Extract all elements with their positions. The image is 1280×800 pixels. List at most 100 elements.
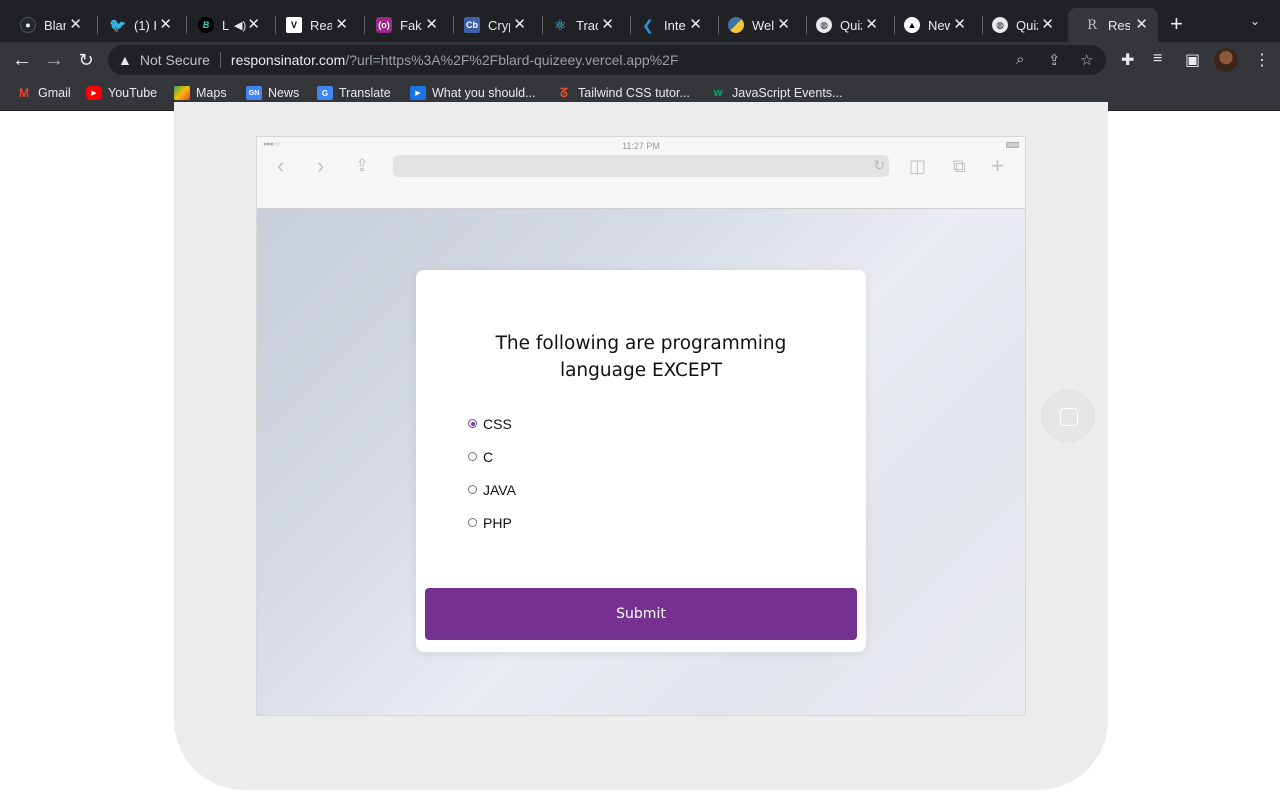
tab-10[interactable]: ▲ New ✕ — [888, 8, 976, 42]
new-tab-plus-icon[interactable]: + — [1170, 13, 1183, 35]
bookmark-label: YouTube — [108, 86, 158, 100]
close-icon[interactable]: ✕ — [1041, 17, 1054, 33]
tab-6[interactable]: ⚛ Trad ✕ — [536, 8, 624, 42]
kebab-menu-icon[interactable]: ⋮ — [1254, 50, 1270, 70]
bookmark-javascript[interactable]: w JavaScript Events... — [710, 86, 843, 100]
tab-label: Fake — [400, 17, 422, 33]
tab-12-active[interactable]: R Resp ✕ — [1068, 8, 1158, 42]
tab-label: Quiz — [1016, 17, 1038, 33]
translate-icon: G — [317, 86, 333, 100]
close-icon[interactable]: ✕ — [777, 17, 790, 33]
tab-11[interactable]: ◍ Quiz ✕ — [976, 8, 1064, 42]
quiz-question: The following are programming language E… — [495, 333, 787, 381]
tab-7[interactable]: ❮ Integ ✕ — [624, 8, 712, 42]
security-label[interactable]: Not Secure — [140, 52, 210, 68]
option-label[interactable]: PHP — [483, 515, 512, 531]
tab-1[interactable]: 🐦 (1) H ✕ — [94, 8, 182, 42]
url-path[interactable]: /?url=https%3A%2F%2Fblard-quizeey.vercel… — [345, 52, 678, 68]
zoom-search-icon[interactable]: ⌕ — [1016, 51, 1024, 68]
back-chevron-icon: ‹ — [277, 153, 285, 178]
close-icon[interactable]: ✕ — [513, 17, 526, 33]
tab-label: (1) H — [134, 17, 156, 33]
binance-b-icon: B — [198, 17, 214, 33]
tab-label: New — [928, 17, 950, 33]
tab-2[interactable]: B L ◀) ✕ — [182, 8, 270, 42]
share-icon: ⇪ — [355, 156, 370, 175]
bookmark-video[interactable]: ▶ What you should... — [410, 86, 536, 100]
chevron-down-icon[interactable]: ⌄ — [1250, 14, 1260, 28]
side-panel-icon[interactable]: ▣ — [1185, 50, 1200, 70]
radio-button[interactable] — [468, 518, 477, 527]
tab-5[interactable]: Cb Cryp ✕ — [448, 8, 536, 42]
profile-avatar[interactable] — [1214, 48, 1238, 72]
address-bar[interactable]: ▲ Not Secure responsinator.com /?url=htt… — [108, 45, 1106, 75]
close-icon[interactable]: ✕ — [159, 17, 172, 33]
bookmark-label: What you should... — [432, 86, 536, 100]
submit-button[interactable]: Submit — [425, 588, 857, 640]
extensions-puzzle-icon[interactable]: ✚ — [1121, 50, 1134, 70]
tab-4[interactable]: (o) Fake ✕ — [360, 8, 448, 42]
tab-8[interactable]: Welc ✕ — [712, 8, 800, 42]
bookmark-tailwind[interactable]: ᘔ Tailwind CSS tutor... — [556, 85, 690, 101]
quiz-options: CSS C JAVA PHP — [468, 407, 516, 539]
option-label[interactable]: C — [483, 449, 493, 465]
option-label[interactable]: CSS — [483, 416, 512, 432]
close-icon[interactable]: ✕ — [247, 17, 260, 33]
close-icon[interactable]: ✕ — [335, 17, 348, 33]
bookmark-label: Gmail — [38, 86, 71, 100]
reload-icon[interactable]: ↻ — [74, 48, 98, 72]
share-icon[interactable]: ⇪ — [1048, 51, 1061, 69]
bookmark-translate[interactable]: G Translate — [317, 86, 391, 100]
bookmark-youtube[interactable]: ▶ YouTube — [86, 86, 157, 100]
warning-triangle-icon[interactable]: ▲ — [118, 52, 132, 68]
ipad-home-button — [1042, 390, 1094, 442]
forward-arrow-icon[interactable]: → — [42, 48, 66, 72]
option-c[interactable]: C — [468, 440, 516, 473]
tab-label: Cryp — [488, 17, 510, 33]
option-php[interactable]: PHP — [468, 506, 516, 539]
option-label[interactable]: JAVA — [483, 482, 516, 498]
twitter-icon: 🐦 — [109, 16, 127, 33]
speaker-icon[interactable]: ◀) — [234, 19, 246, 32]
ipad-screen: ●●●○○ 11:27 PM ‹ › ⇪ ↻ ◫ ⧉ + The followi… — [256, 136, 1026, 716]
close-icon[interactable]: ✕ — [601, 17, 614, 33]
fake-icon: (o) — [376, 17, 392, 33]
bookmark-maps[interactable]: Maps — [174, 86, 227, 100]
radio-button[interactable] — [468, 452, 477, 461]
tab-9[interactable]: ◍ Quiz ✕ — [800, 8, 888, 42]
vscode-icon: ❮ — [642, 16, 654, 33]
book-icon: ◫ — [909, 156, 927, 176]
close-icon[interactable]: ✕ — [953, 17, 966, 33]
quiz-card: The following are programming language E… — [416, 270, 866, 652]
close-icon[interactable]: ✕ — [69, 17, 82, 33]
option-java[interactable]: JAVA — [468, 473, 516, 506]
radio-button[interactable] — [468, 419, 477, 428]
bookmark-news[interactable]: GN News — [246, 86, 299, 100]
bookmark-star-icon[interactable]: ☆ — [1080, 51, 1093, 69]
tab-0[interactable]: ● Blar ✕ — [4, 8, 92, 42]
close-icon[interactable]: ✕ — [1135, 17, 1148, 33]
youtube-icon: ▶ — [86, 86, 102, 100]
close-icon[interactable]: ✕ — [689, 17, 702, 33]
radio-button[interactable] — [468, 485, 477, 494]
forward-chevron-icon: › — [317, 153, 325, 178]
bookmark-gmail[interactable]: M Gmail — [16, 86, 71, 100]
back-arrow-icon[interactable]: ← — [10, 48, 34, 72]
reload-icon: ↻ — [873, 157, 885, 173]
tab-label: Read — [310, 17, 332, 33]
tailwind-icon: ᘔ — [560, 85, 568, 100]
tab-label: Trad — [576, 17, 598, 33]
cb-icon: Cb — [464, 17, 480, 33]
play-icon: ▶ — [410, 86, 426, 100]
bookmark-label: Tailwind CSS tutor... — [578, 86, 690, 100]
close-icon[interactable]: ✕ — [865, 17, 878, 33]
maps-icon — [174, 86, 190, 100]
tab-3[interactable]: V Read ✕ — [270, 8, 358, 42]
tabs-icon: ⧉ — [953, 156, 966, 176]
tab-label: Resp — [1108, 17, 1130, 33]
option-css[interactable]: CSS — [468, 407, 516, 440]
media-queue-icon[interactable]: ≡ — [1153, 50, 1162, 68]
close-icon[interactable]: ✕ — [425, 17, 438, 33]
bookmark-label: Maps — [196, 86, 227, 100]
url-host[interactable]: responsinator.com — [231, 52, 345, 68]
